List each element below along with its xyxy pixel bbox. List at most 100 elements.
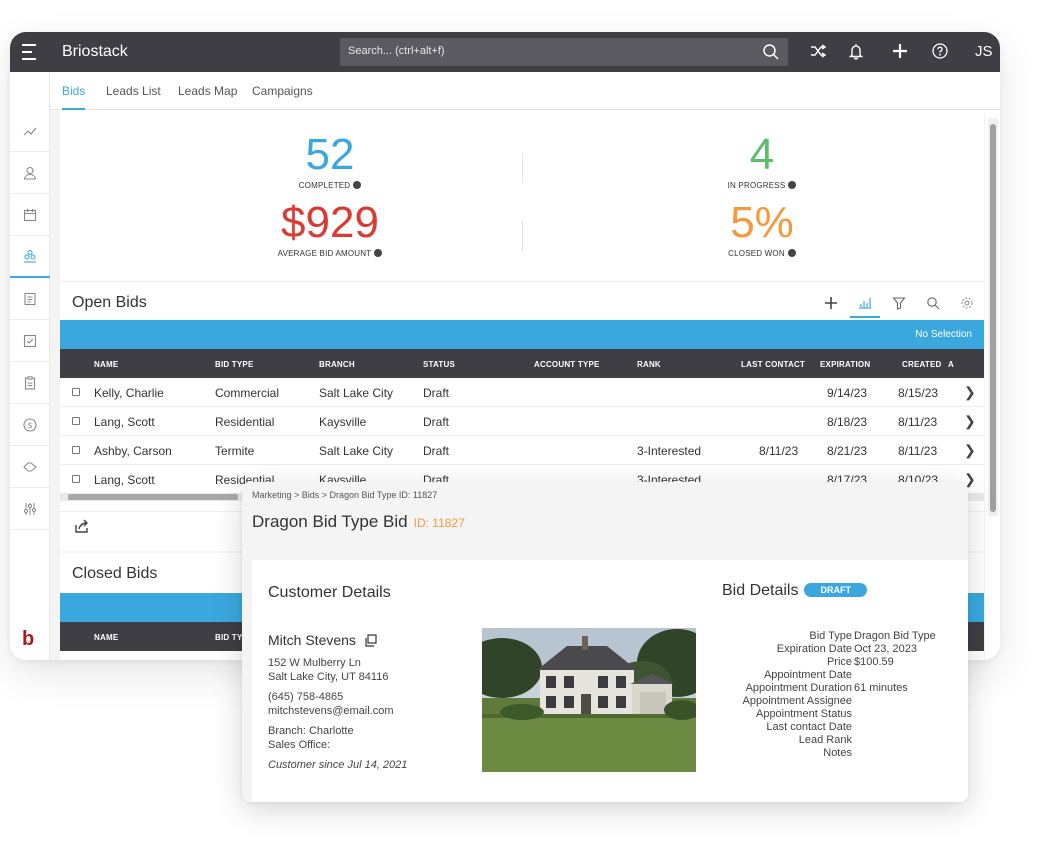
page-title: Dragon Bid Type Bid ID: 11827: [252, 512, 465, 532]
user-icon[interactable]: [10, 152, 50, 194]
table-row[interactable]: Kelly, Charlie Commercial Salt Lake City…: [60, 378, 984, 407]
export-icon[interactable]: [74, 518, 90, 534]
chevron-right-icon[interactable]: ❯: [964, 384, 976, 401]
chart-view-icon[interactable]: [850, 288, 880, 318]
shuffle-icon[interactable]: [808, 42, 828, 62]
cell-expiration: 9/14/23: [827, 386, 868, 400]
tab-leads-list[interactable]: Leads List: [106, 72, 161, 110]
bid-detail-values: Dragon Bid Type Oct 23, 2023 $100.59 61 …: [854, 630, 964, 760]
appointment-date-label: Appointment Date: [763, 669, 852, 681]
appointment-date-value: [854, 669, 964, 682]
invoice-icon[interactable]: [10, 278, 50, 320]
row-checkbox[interactable]: [72, 417, 80, 425]
col-a[interactable]: A: [948, 360, 954, 369]
filter-icon[interactable]: [884, 288, 914, 318]
copy-icon[interactable]: [364, 634, 377, 647]
bid-details-label: Bid Details: [722, 582, 799, 599]
chevron-right-icon[interactable]: ❯: [964, 442, 976, 459]
dollar-icon[interactable]: $: [10, 404, 50, 446]
stat-closed-won: 5% CLOSED WON: [662, 199, 862, 258]
tab-campaigns[interactable]: Campaigns: [252, 72, 313, 110]
cell-name: Kelly, Charlie: [94, 386, 164, 400]
info-icon[interactable]: [374, 249, 383, 257]
customer-name[interactable]: Mitch Stevens: [268, 632, 356, 648]
appointment-assignee-value: [854, 695, 964, 708]
cell-name: Ashby, Carson: [94, 444, 172, 458]
tab-bar: Bids Leads List Leads Map Campaigns: [50, 72, 1000, 110]
cell-name: Lang, Scott: [94, 473, 155, 487]
col-bid-type[interactable]: BID TY: [215, 633, 242, 642]
col-last-contact[interactable]: LAST CONTACT: [741, 360, 805, 369]
add-bid-icon[interactable]: [816, 288, 846, 318]
cell-status: Draft: [423, 444, 450, 458]
col-rank[interactable]: RANK: [637, 360, 661, 369]
row-checkbox[interactable]: [72, 446, 80, 454]
cell-name: Lang, Scott: [94, 415, 155, 429]
search-input[interactable]: Search... (ctrl+alt+f): [340, 38, 788, 66]
checklist-icon[interactable]: [10, 320, 50, 362]
row-checkbox[interactable]: [72, 475, 80, 483]
bid-id: ID: 11827: [413, 516, 465, 530]
cell-created: 8/11/23: [898, 415, 938, 429]
clipboard-icon[interactable]: [10, 362, 50, 404]
open-bids-header: NAME BID TYPE BRANCH STATUS ACCOUNT TYPE…: [60, 349, 984, 378]
menu-icon[interactable]: [22, 41, 42, 63]
tab-leads-map[interactable]: Leads Map: [178, 72, 237, 110]
col-name[interactable]: NAME: [94, 360, 118, 369]
cell-expiration: 8/18/23: [827, 415, 868, 429]
stat-completed: 52 COMPLETED: [230, 131, 430, 190]
add-icon[interactable]: [890, 42, 910, 62]
open-bids-panel: Open Bids No Selection NAME BID TYPE BRA…: [60, 281, 984, 511]
calendar-icon[interactable]: [10, 194, 50, 236]
appointment-assignee-label: Appointment Assignee: [742, 695, 852, 707]
tab-bids[interactable]: Bids: [62, 72, 86, 110]
settings-sliders-icon[interactable]: [10, 488, 50, 530]
search-icon[interactable]: [762, 43, 780, 61]
col-account-type[interactable]: ACCOUNT TYPE: [534, 360, 600, 369]
user-avatar[interactable]: JS: [975, 43, 993, 60]
bell-icon[interactable]: [846, 42, 866, 62]
analytics-icon[interactable]: [10, 110, 50, 152]
sidebar: $ b: [10, 72, 50, 660]
lead-rank-label: Lead Rank: [798, 734, 852, 746]
open-bids-title: Open Bids: [72, 294, 147, 311]
col-expiration[interactable]: EXPIRATION: [820, 360, 870, 369]
closed-won-value: 5%: [730, 198, 794, 247]
info-icon[interactable]: [353, 181, 362, 189]
expiration-date-label: Expiration Date: [776, 643, 852, 655]
row-checkbox[interactable]: [72, 388, 80, 396]
search-placeholder: Search... (ctrl+alt+f): [348, 45, 445, 57]
help-icon[interactable]: [930, 42, 950, 62]
tag-icon[interactable]: [10, 446, 50, 488]
closed-bids-title: Closed Bids: [72, 565, 158, 582]
col-status[interactable]: STATUS: [423, 360, 455, 369]
info-icon[interactable]: [788, 181, 797, 189]
selection-bar: No Selection: [60, 320, 984, 349]
sales-icon[interactable]: [10, 236, 50, 278]
customer-since: Customer since Jul 14, 2021: [268, 759, 408, 771]
vertical-scrollbar[interactable]: [988, 118, 998, 516]
customer-phone[interactable]: (645) 758-4865: [268, 690, 468, 704]
table-row[interactable]: Ashby, Carson Termite Salt Lake City Dra…: [60, 436, 984, 465]
property-photo: [482, 628, 696, 772]
table-row[interactable]: Lang, Scott Residential Kaysville Draft …: [60, 407, 984, 436]
table-search-icon[interactable]: [918, 288, 948, 318]
col-branch[interactable]: BRANCH: [319, 360, 355, 369]
info-icon[interactable]: [787, 249, 796, 257]
col-created[interactable]: CREATED: [902, 360, 941, 369]
breadcrumb[interactable]: Marketing > Bids > Dragon Bid Type ID: 1…: [252, 490, 437, 500]
col-name[interactable]: NAME: [94, 633, 118, 642]
appointment-status-value: [854, 708, 964, 721]
divider: [522, 221, 523, 251]
customer-email[interactable]: mitchstevens@email.com: [268, 704, 468, 718]
avg-bid-label: AVERAGE BID AMOUNT: [277, 249, 372, 258]
customer-address-line1: 152 W Mulberry Ln: [268, 657, 361, 669]
expiration-date-value: Oct 23, 2023: [854, 643, 917, 655]
gear-icon[interactable]: [952, 288, 982, 318]
notes-label: Notes: [823, 747, 852, 759]
cell-created: 8/15/23: [898, 386, 939, 400]
cell-expiration: 8/21/23: [827, 444, 868, 458]
col-bid-type[interactable]: BID TYPE: [215, 360, 254, 369]
price-label: Price: [826, 656, 852, 668]
chevron-right-icon[interactable]: ❯: [964, 413, 976, 430]
